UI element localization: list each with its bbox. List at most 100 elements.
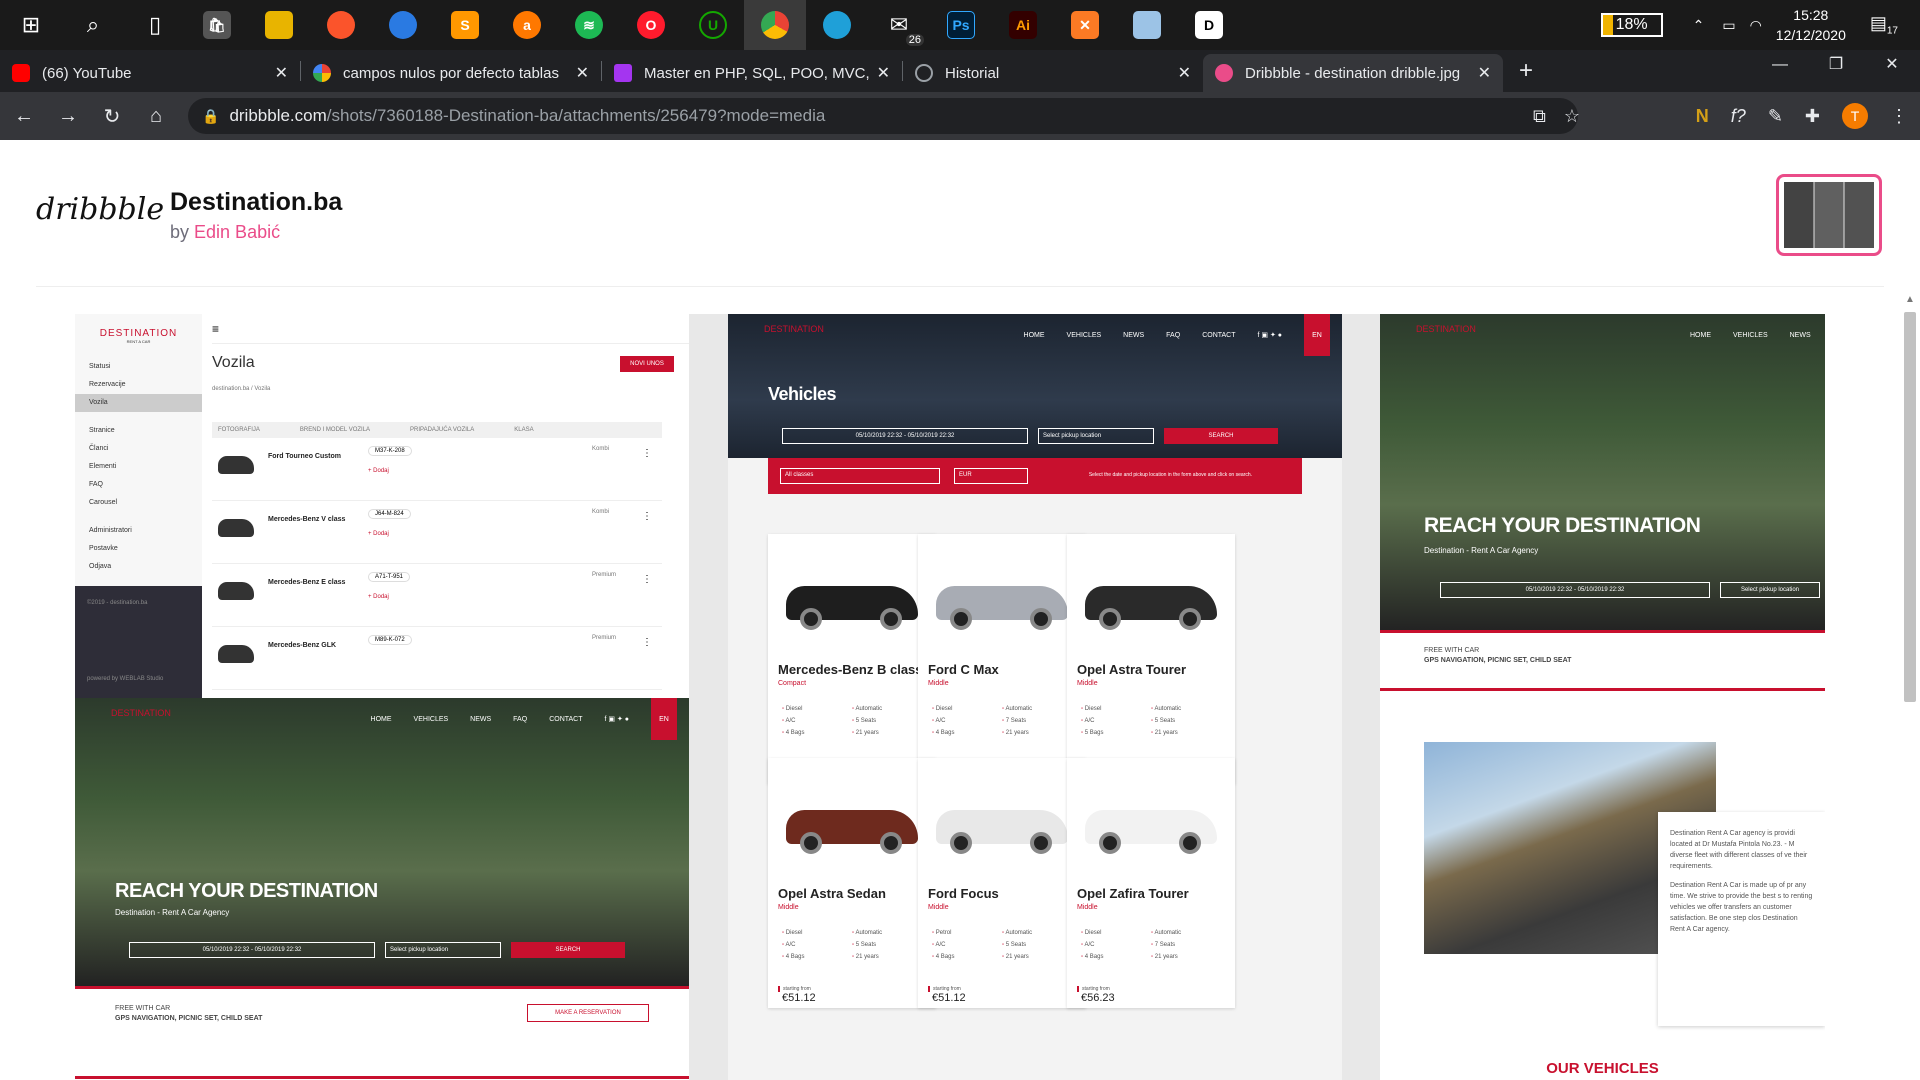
admin-menu-item[interactable]: Vozila <box>75 394 202 412</box>
row-menu-icon[interactable]: ⋮ <box>642 637 652 648</box>
network-icon[interactable]: ▭ <box>1722 17 1735 34</box>
pickup-input[interactable]: Select pickup location <box>385 942 501 958</box>
row-menu-icon[interactable]: ⋮ <box>642 448 652 459</box>
admin-menu-item[interactable]: Članci <box>75 440 202 458</box>
edge-icon[interactable] <box>806 0 868 50</box>
brave-icon[interactable] <box>310 0 372 50</box>
translate-icon[interactable]: ⧉ <box>1533 106 1546 127</box>
vehicle-card[interactable]: Ford Focus Middle PetrolAutomaticA/C5 Se… <box>918 758 1086 1008</box>
attachment-thumbnail[interactable] <box>1776 174 1882 256</box>
admin-menu-item[interactable]: Elementi <box>75 458 202 476</box>
admin-menu-item[interactable]: Stranice <box>75 422 202 440</box>
photoshop-icon[interactable]: Ps <box>930 0 992 50</box>
row-menu-icon[interactable]: ⋮ <box>642 574 652 585</box>
currency-select[interactable]: EUR <box>954 468 1028 484</box>
bookmark-star-icon[interactable]: ☆ <box>1564 106 1580 127</box>
search-icon[interactable]: ⌕ <box>62 0 124 50</box>
notification-icon[interactable]: ▤17 <box>1870 13 1898 37</box>
extensions-puzzle-icon[interactable]: ✚ <box>1805 106 1820 127</box>
windows-icon[interactable]: ⊞ <box>0 0 62 50</box>
admin-menu-item[interactable]: Carousel <box>75 494 202 512</box>
reload-icon[interactable]: ↻ <box>92 104 132 129</box>
store-icon[interactable]: 🛍 <box>186 0 248 50</box>
date-range-input[interactable]: 05/10/2019 22:32 - 05/10/2019 22:32 <box>129 942 375 958</box>
nav-link[interactable]: NEWS <box>1123 332 1144 339</box>
upwork-icon[interactable]: U <box>682 0 744 50</box>
plate-tag[interactable]: M37-K-208 <box>368 446 412 456</box>
admin-menu-item[interactable]: FAQ <box>75 476 202 494</box>
tab-udemy[interactable]: Master en PHP, SQL, POO, MVC, ✕ <box>602 54 902 92</box>
admin-menu-item[interactable]: Odjava <box>75 558 202 576</box>
xampp-icon[interactable]: ✕ <box>1054 0 1116 50</box>
sublime-icon[interactable]: S <box>434 0 496 50</box>
chrome-icon[interactable] <box>744 0 806 50</box>
task-view-icon[interactable]: ▯ <box>124 0 186 50</box>
close-icon[interactable]: ✕ <box>877 63 890 83</box>
date-range-input[interactable]: 05/10/2019 22:32 - 05/10/2019 22:32 <box>782 428 1028 444</box>
table-row[interactable]: Mercedes-Benz V class J64-M-824 + Dodaj … <box>212 501 662 564</box>
author-link[interactable]: Edin Babić <box>194 222 280 242</box>
scrollbar[interactable]: ▲ <box>1900 290 1920 1080</box>
language-button[interactable]: EN <box>651 698 677 740</box>
search-button[interactable]: SEARCH <box>1164 428 1278 444</box>
profile-avatar[interactable]: T <box>1842 103 1868 129</box>
add-link[interactable]: + Dodaj <box>368 468 389 474</box>
table-row[interactable]: Ford Tourneo Custom M37-K-208 + Dodaj Ko… <box>212 438 662 501</box>
nav-link[interactable]: FAQ <box>1166 332 1180 339</box>
extension-f-icon[interactable]: f? <box>1731 106 1746 127</box>
row-menu-icon[interactable]: ⋮ <box>642 511 652 522</box>
file-explorer-icon[interactable] <box>248 0 310 50</box>
close-icon[interactable]: ✕ <box>1178 63 1191 83</box>
maximize-icon[interactable]: ❐ <box>1808 50 1864 80</box>
social-icons[interactable]: f ▣ ✦ ● <box>1258 331 1283 339</box>
back-icon[interactable]: ← <box>4 105 44 128</box>
lock-icon[interactable]: 🔒 <box>202 108 219 125</box>
search-button[interactable]: SEARCH <box>511 942 625 958</box>
opera-icon[interactable]: O <box>620 0 682 50</box>
vehicle-card[interactable]: Opel Astra Tourer Middle DieselAutomatic… <box>1067 534 1235 784</box>
social-icons[interactable]: f ▣ ✦ ● <box>605 715 630 723</box>
extension-pen-icon[interactable]: ✎ <box>1768 106 1783 127</box>
admin-menu-item[interactable]: Administratori <box>75 522 202 540</box>
illustrator-icon[interactable]: Ai <box>992 0 1054 50</box>
language-button[interactable]: EN <box>1304 314 1330 356</box>
plate-tag[interactable]: A71-T-951 <box>368 572 411 582</box>
table-row[interactable]: Mercedes-Benz GLK M89-K-072 Premium ⋮ <box>212 627 662 690</box>
scrollbar-thumb[interactable] <box>1904 312 1916 702</box>
nav-link[interactable]: CONTACT <box>1202 332 1235 339</box>
plate-tag[interactable]: J64-M-824 <box>368 509 411 519</box>
notepad-icon[interactable]: D <box>1178 0 1240 50</box>
spotify-icon[interactable]: ≋ <box>558 0 620 50</box>
close-icon[interactable]: ✕ <box>1478 63 1491 83</box>
nav-link[interactable]: NEWS <box>470 716 491 723</box>
tab-history[interactable]: Historial ✕ <box>903 54 1203 92</box>
close-icon[interactable]: ✕ <box>275 63 288 83</box>
vehicle-card[interactable]: Opel Zafira Tourer Middle DieselAutomati… <box>1067 758 1235 1008</box>
clock[interactable]: 15:28 12/12/2020 <box>1776 5 1846 45</box>
nav-link[interactable]: VEHICLES <box>414 716 449 723</box>
home-icon[interactable]: ⌂ <box>136 105 176 128</box>
close-icon[interactable]: ✕ <box>576 63 589 83</box>
add-link[interactable]: + Dodaj <box>368 594 389 600</box>
pickup-input[interactable]: Select pickup location <box>1038 428 1154 444</box>
vehicle-card[interactable]: Ford C Max Middle DieselAutomaticA/C7 Se… <box>918 534 1086 784</box>
forward-icon[interactable]: → <box>48 105 88 128</box>
pickup-input[interactable]: Select pickup location <box>1720 582 1820 598</box>
avast-icon[interactable]: a <box>496 0 558 50</box>
nav-vehicles[interactable]: VEHICLES <box>1733 332 1768 339</box>
mail-icon[interactable]: ✉ 26 <box>868 0 930 50</box>
virtualbox-icon[interactable] <box>1116 0 1178 50</box>
nav-link[interactable]: HOME <box>1024 332 1045 339</box>
tab-google[interactable]: campos nulos por defecto tablas ✕ <box>301 54 601 92</box>
menu-kebab-icon[interactable]: ⋮ <box>1890 106 1908 127</box>
nav-link[interactable]: CONTACT <box>549 716 582 723</box>
add-link[interactable]: + Dodaj <box>368 531 389 537</box>
new-entry-button[interactable]: NOVI UNOS <box>620 356 674 372</box>
date-range-input[interactable]: 05/10/2019 22:32 - 05/10/2019 22:32 <box>1440 582 1710 598</box>
tab-dribbble[interactable]: Dribbble - destination dribble.jpg ✕ <box>1203 54 1503 92</box>
address-bar[interactable]: 🔒 dribbble.com/shots/7360188-Destination… <box>188 98 1578 134</box>
vehicle-card[interactable]: Mercedes-Benz B class Compact DieselAuto… <box>768 534 936 784</box>
new-tab-button[interactable]: + <box>1519 57 1533 85</box>
wifi-icon[interactable]: ◠ <box>1750 17 1762 34</box>
battery-indicator[interactable]: 18% <box>1600 13 1663 37</box>
